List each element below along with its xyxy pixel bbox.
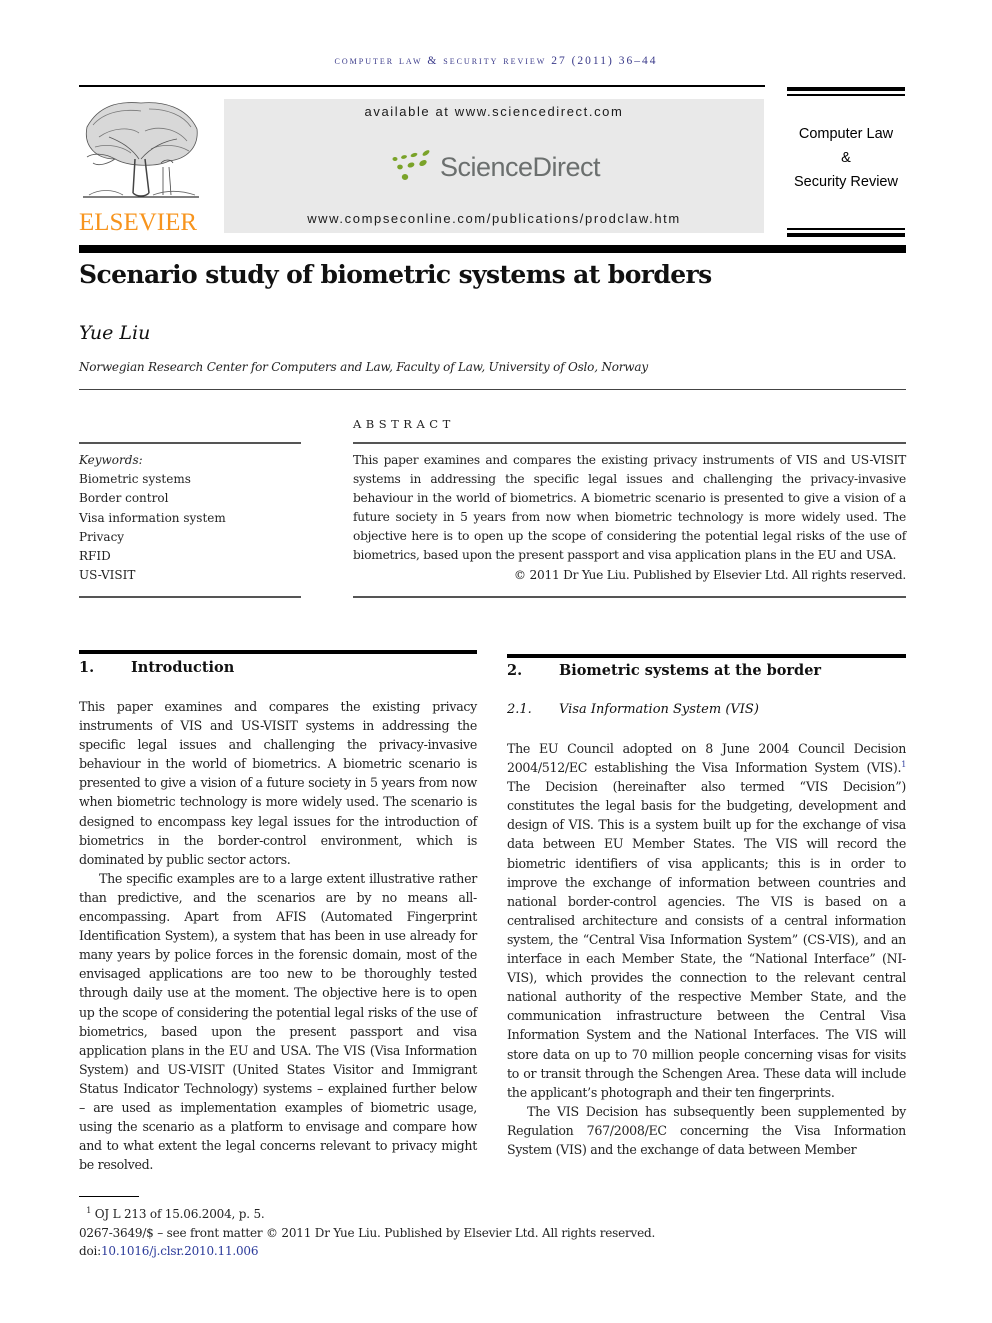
author-affiliation: Norwegian Research Center for Computers … bbox=[79, 360, 648, 374]
keyword-item: Privacy bbox=[79, 529, 125, 544]
section-number: 1. bbox=[79, 659, 95, 676]
keyword-item: Border control bbox=[79, 491, 169, 506]
subsection-number: 2.1. bbox=[507, 702, 532, 717]
section-1-heading: 1. Introduction bbox=[79, 659, 234, 676]
section-2-heading: 2. Biometric systems at the border bbox=[507, 662, 821, 679]
journal-rule-top-thick bbox=[787, 87, 905, 91]
article-title: Scenario study of biometric systems at b… bbox=[79, 260, 712, 289]
footnote: 1 OJ L 213 of 15.06.2004, p. 5. bbox=[79, 1202, 655, 1224]
paragraph: This paper examines and compares the exi… bbox=[79, 699, 477, 867]
keywords-rule-bottom bbox=[79, 596, 301, 598]
author-name: Yue Liu bbox=[79, 322, 151, 344]
journal-title-line1: Computer Law bbox=[798, 126, 894, 142]
section-title: Biometric systems at the border bbox=[559, 662, 822, 679]
journal-url-link[interactable]: www.compseconline.com/publications/prodc… bbox=[224, 211, 764, 226]
abstract-rule-bottom bbox=[353, 596, 906, 598]
paragraph: The EU Council adopted on 8 June 2004 Co… bbox=[507, 739, 906, 1102]
journal-rule-bottom-thick bbox=[787, 233, 905, 237]
abstract-text: This paper examines and compares the exi… bbox=[353, 453, 906, 563]
keywords-rule-top bbox=[79, 442, 301, 444]
abstract-copyright: © 2011 Dr Yue Liu. Published by Elsevier… bbox=[513, 567, 906, 582]
section-2-rule bbox=[507, 654, 906, 658]
elsevier-wordmark: ELSEVIER bbox=[79, 209, 198, 236]
footnote-ref-link[interactable]: 1 bbox=[901, 760, 906, 769]
section-2-body: The EU Council adopted on 8 June 2004 Co… bbox=[507, 739, 906, 1159]
doi-line: doi:10.1016/j.clsr.2010.11.006 bbox=[79, 1242, 655, 1261]
title-divider bbox=[79, 389, 906, 390]
header-rule bbox=[79, 85, 765, 87]
paragraph-text: The EU Council adopted on 8 June 2004 Co… bbox=[507, 741, 906, 776]
journal-title-line3: Security Review bbox=[794, 174, 898, 190]
keywords-heading: Keywords: bbox=[79, 453, 143, 467]
page-footer: 1 OJ L 213 of 15.06.2004, p. 5. 0267-364… bbox=[79, 1202, 655, 1261]
section-1-rule bbox=[79, 650, 477, 654]
abstract-rule-top bbox=[353, 442, 906, 444]
paragraph: The VIS Decision has subsequently been s… bbox=[507, 1103, 906, 1157]
doi-label: doi: bbox=[79, 1244, 101, 1258]
section-title: Introduction bbox=[131, 659, 235, 676]
paragraph-text: The Decision (hereinafter also termed “V… bbox=[507, 779, 906, 1100]
available-at-text[interactable]: available at www.sciencedirect.com bbox=[224, 104, 764, 119]
sciencedirect-dots-icon bbox=[392, 150, 430, 180]
abstract-heading: ABSTRACT bbox=[353, 417, 455, 431]
doi-link[interactable]: 10.1016/j.clsr.2010.11.006 bbox=[101, 1244, 258, 1258]
journal-rule-bottom-thin bbox=[787, 228, 905, 230]
sciencedirect-wordmark: ScienceDirect bbox=[440, 152, 601, 182]
masthead-rule bbox=[79, 245, 906, 253]
paragraph: The specific examples are to a large ext… bbox=[79, 870, 477, 1173]
running-head: computer law & security review 27 (2011)… bbox=[334, 55, 658, 67]
abstract-body: This paper examines and compares the exi… bbox=[353, 451, 906, 585]
section-1-body: This paper examines and compares the exi… bbox=[79, 697, 477, 1174]
keyword-item: US-VISIT bbox=[79, 568, 136, 583]
footnote-mark: 1 bbox=[86, 1206, 92, 1215]
journal-rule-top-thin bbox=[787, 94, 905, 96]
section-number: 2. bbox=[507, 662, 523, 679]
subsection-title: Visa Information System (VIS) bbox=[559, 702, 759, 717]
keyword-item: Biometric systems bbox=[79, 472, 191, 487]
issn-line: 0267-3649/$ – see front matter © 2011 Dr… bbox=[79, 1225, 656, 1240]
keywords-list: Keywords: Biometric systems Border contr… bbox=[79, 451, 226, 585]
tree-icon bbox=[83, 102, 199, 198]
journal-title-line2: & bbox=[841, 150, 851, 166]
journal-title: Computer Law & Security Review bbox=[780, 122, 912, 194]
footnote-text: OJ L 213 of 15.06.2004, p. 5. bbox=[94, 1207, 265, 1221]
subsection-2-1-heading: 2.1. Visa Information System (VIS) bbox=[507, 702, 759, 717]
footnote-rule bbox=[79, 1196, 139, 1197]
keyword-item: Visa information system bbox=[79, 510, 226, 525]
keyword-item: RFID bbox=[79, 549, 111, 564]
